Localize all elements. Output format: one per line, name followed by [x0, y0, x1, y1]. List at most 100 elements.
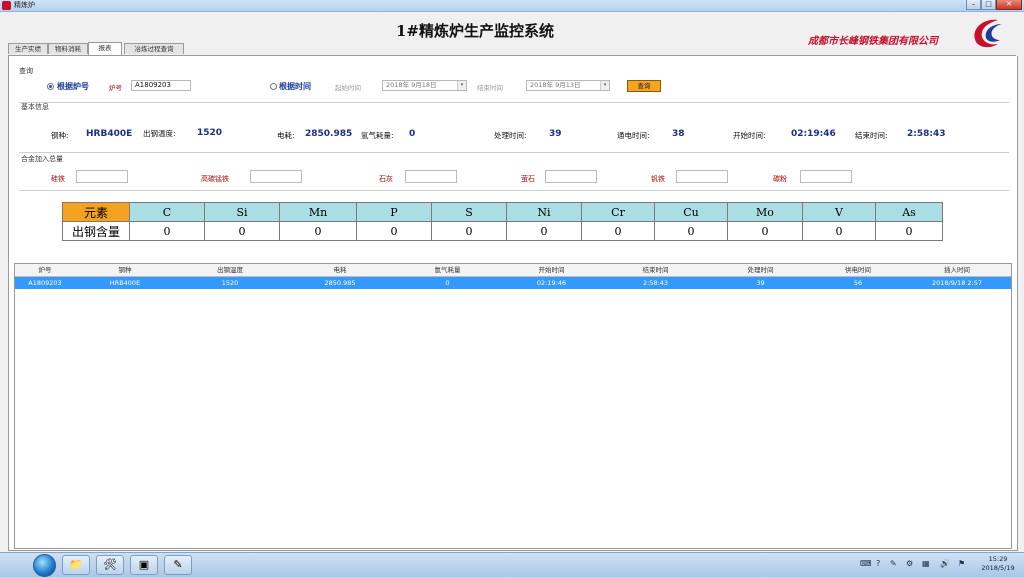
element-value: 0 [581, 221, 655, 241]
furnace-input[interactable]: A1809203 [131, 80, 191, 91]
column-header[interactable]: 炉号 [15, 264, 75, 276]
by-time-label: 根据时间 [279, 82, 311, 91]
power-value: 2850.985 [305, 129, 353, 139]
element-value-row: 出钢含量 0 0 0 0 0 0 0 0 0 0 0 [62, 221, 943, 241]
argon-label: 氩气耗量: [361, 131, 394, 140]
paint-icon[interactable]: ✎ [164, 555, 192, 575]
element-name: Mo [727, 202, 803, 222]
divider [19, 152, 1009, 153]
cell-power: 2850.985 [324, 279, 356, 287]
tap-temp-value: 1520 [197, 128, 223, 138]
process-time-label: 处理时间: [494, 131, 527, 140]
fluorite-input[interactable] [545, 170, 597, 183]
end-time-label: 结束时间 [477, 84, 503, 92]
table-row[interactable]: A1809203 HRB400E 1520 2850.985 0 02:19:4… [15, 277, 1011, 289]
element-name: S [431, 202, 507, 222]
process-time-value: 39 [549, 129, 562, 139]
element-name: P [356, 202, 432, 222]
divider [19, 190, 1009, 191]
column-header[interactable]: 处理时间 [708, 264, 813, 276]
cell-power-time: 56 [853, 279, 863, 287]
clock-date: 2018/5/19 [981, 564, 1015, 572]
tab-production[interactable]: 生产实绩 [8, 43, 48, 54]
start-date-picker[interactable]: 2018年 9月18日 ▾ [382, 80, 467, 91]
cell-steel-grade: HRB400E [109, 279, 141, 287]
query-button[interactable]: 查询 [627, 80, 661, 92]
window-titlebar: 精炼炉 – □ ✕ [0, 0, 1024, 12]
tab-materials[interactable]: 物料消耗 [48, 43, 88, 54]
system-clock[interactable]: 15:29 2018/5/19 [976, 555, 1020, 573]
argon-value: 0 [409, 129, 416, 139]
element-name: C [129, 202, 205, 222]
cell-start-time: 02:19:46 [536, 279, 567, 287]
alloy-label-carbon-powder: 碳粉 [773, 175, 787, 183]
by-furnace-label: 根据炉号 [57, 82, 89, 91]
element-value: 0 [654, 221, 728, 241]
element-header-row: 元素 C Si Mn P S Ni Cr Cu Mo V As [62, 202, 943, 222]
hc-ferromanganese-input[interactable] [250, 170, 302, 183]
power-label: 电耗: [277, 131, 295, 140]
cell-process-time: 39 [756, 279, 765, 287]
basic-info-title: 基本信息 [21, 103, 49, 111]
ferrovanadium-input[interactable] [676, 170, 728, 183]
close-button[interactable]: ✕ [996, 0, 1022, 10]
alloy-label-ferrovanadium: 钒铁 [651, 175, 665, 183]
element-row-label: 出钢含量 [62, 221, 130, 241]
window-app-icon[interactable]: ▣ [130, 555, 158, 575]
tab-report[interactable]: 报表 [88, 42, 122, 55]
power-on-value: 38 [672, 129, 685, 139]
records-grid[interactable]: 炉号 钢种 出钢温度 电耗 氩气耗量 开始时间 结束时间 处理时间 供电时间 插… [14, 263, 1012, 549]
chevron-down-icon[interactable]: ▾ [457, 81, 466, 90]
keyboard-icon[interactable]: ⌨ [860, 559, 872, 568]
maximize-button[interactable]: □ [981, 0, 996, 10]
furnace-label: 炉号 [109, 84, 122, 92]
column-header[interactable]: 钢种 [75, 264, 175, 276]
end-date-picker[interactable]: 2018年 9月13日 ▾ [526, 80, 610, 91]
element-name: Cr [581, 202, 655, 222]
element-value: 0 [204, 221, 280, 241]
minimize-button[interactable]: – [966, 0, 981, 10]
cell-tap-temp: 1520 [221, 279, 239, 287]
start-button[interactable] [30, 553, 58, 577]
tools-icon[interactable]: 🛠 [96, 555, 124, 575]
column-header[interactable]: 出钢温度 [175, 264, 285, 276]
steel-grade-label: 钢种: [51, 131, 69, 140]
element-name: Cu [654, 202, 728, 222]
network-icon[interactable]: ▦ [922, 559, 930, 568]
alloy-label-hc-ferromanganese: 高碳锰铁 [201, 175, 229, 183]
explorer-icon[interactable]: 📁 [62, 555, 90, 575]
start-date-value: 2018年 9月18日 [386, 81, 437, 89]
cell-end-time: 2:58:43 [642, 279, 669, 287]
power-on-label: 通电时间: [617, 131, 650, 140]
radio-by-time[interactable] [270, 83, 277, 90]
radio-by-furnace[interactable] [47, 83, 54, 90]
tap-temp-label: 出钢温度: [143, 129, 176, 138]
end-time-info-label: 结束时间: [855, 131, 888, 140]
column-header[interactable]: 结束时间 [603, 264, 708, 276]
ferrosilicon-input[interactable] [76, 170, 128, 183]
windows-orb-icon [33, 554, 56, 577]
company-name: 成都市长峰钢铁集团有限公司 [808, 36, 938, 47]
element-name: Mn [279, 202, 357, 222]
flag-icon[interactable]: ⚑ [958, 559, 965, 568]
settings-icon[interactable]: ⚙ [906, 559, 913, 568]
element-value: 0 [875, 221, 943, 241]
column-header[interactable]: 电耗 [285, 264, 395, 276]
company-logo-icon [974, 19, 1002, 48]
alloy-label-ferrosilicon: 硅铁 [51, 175, 65, 183]
app-icon [2, 1, 11, 10]
column-header[interactable]: 供电时间 [813, 264, 903, 276]
alloy-label-fluorite: 萤石 [521, 175, 535, 183]
tab-process-query[interactable]: 冶炼过程查询 [124, 43, 184, 54]
lime-input[interactable] [405, 170, 457, 183]
chevron-down-icon[interactable]: ▾ [600, 81, 609, 90]
column-header[interactable]: 开始时间 [500, 264, 603, 276]
volume-icon[interactable]: 🔊 [940, 559, 950, 568]
carbon-powder-input[interactable] [800, 170, 852, 183]
column-header[interactable]: 插入时间 [903, 264, 1011, 276]
element-name: Ni [506, 202, 582, 222]
help-icon[interactable]: ? [876, 559, 880, 568]
column-header[interactable]: 氩气耗量 [395, 264, 500, 276]
input-method-icon[interactable]: ✎ [890, 559, 897, 568]
start-time-label: 起始时间 [335, 84, 361, 92]
